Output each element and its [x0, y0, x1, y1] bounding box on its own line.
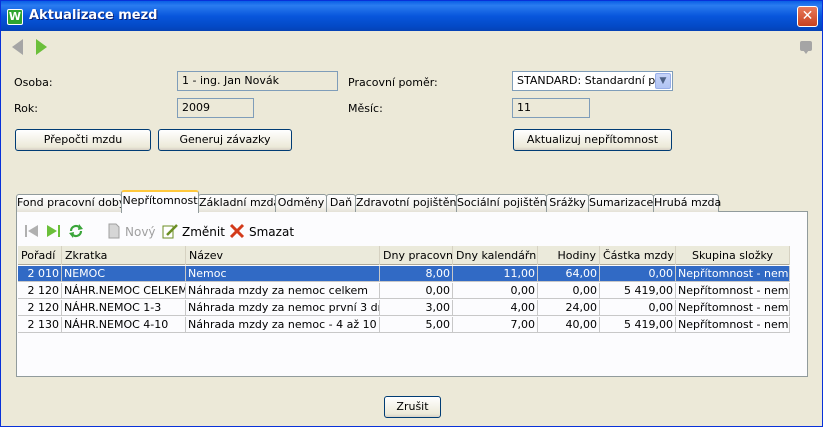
- forward-arrow-icon[interactable]: [36, 39, 47, 55]
- col-dny-pracovni[interactable]: Dny pracovní: [380, 246, 453, 265]
- title-bar: W Aktualizace mezd ✕: [1, 1, 822, 31]
- back-arrow-icon[interactable]: [12, 39, 23, 55]
- table-row[interactable]: 2 010 NEMOC Nemoc 8,00 11,00 64,00 0,00 …: [18, 266, 790, 282]
- cell-dny-kalendarni: 7,00: [453, 317, 538, 333]
- tab-fond-pracovni-doby[interactable]: Fond pracovní doby: [16, 194, 125, 212]
- smazat-button[interactable]: Smazat: [249, 225, 294, 239]
- col-zkratka[interactable]: Zkratka: [62, 246, 186, 265]
- delete-icon[interactable]: [229, 223, 245, 239]
- prepocti-mzdu-button[interactable]: Přepočti mzdu: [15, 129, 151, 151]
- cell-dny-kalendarni: 11,00: [453, 266, 538, 282]
- rok-field[interactable]: 2009: [177, 98, 254, 118]
- col-hodiny[interactable]: Hodiny: [538, 246, 600, 265]
- col-dny-kalendarni[interactable]: Dny kalendářní: [453, 246, 538, 265]
- refresh-icon[interactable]: [68, 223, 84, 239]
- tab-panel-nepritomnost: Nový Změnit Smazat Pořadí Zkratka Název …: [16, 211, 808, 377]
- col-castka-mzdy[interactable]: Částka mzdy: [600, 246, 676, 265]
- cell-nazev: Náhrada mzdy za nemoc první 3 dny: [188, 300, 380, 316]
- new-document-icon[interactable]: [106, 223, 122, 239]
- cell-zkratka: NEMOC: [62, 266, 186, 282]
- cell-castka-mzdy: 0,00: [600, 266, 676, 282]
- cell-nazev: Náhrada mzdy za nemoc - 4 až 10 den: [188, 317, 380, 333]
- tab-nepritomnost[interactable]: Nepřítomnost: [121, 190, 199, 213]
- cell-hodiny: 24,00: [538, 300, 600, 316]
- cell-nazev: Náhrada mzdy za nemoc celkem: [186, 283, 380, 299]
- table-row[interactable]: 2 120 NÁHR.NEMOC 1-3 Náhrada mzdy za nem…: [18, 300, 790, 316]
- cell-zkratka: NÁHR.NEMOC CELKEM: [64, 283, 186, 299]
- cell-castka-mzdy: 5 419,00: [600, 283, 676, 299]
- cell-hodiny: 0,00: [538, 283, 600, 299]
- osoba-field[interactable]: 1 - ing. Jan Novák: [177, 71, 338, 91]
- table-header: Pořadí Zkratka Název Dny pracovní Dny ka…: [18, 246, 790, 265]
- tab-odmeny[interactable]: Odměny: [275, 194, 327, 212]
- zrusit-button[interactable]: Zrušit: [384, 396, 441, 418]
- last-record-icon[interactable]: [45, 223, 61, 239]
- table-row[interactable]: 2 120 NÁHR.NEMOC CELKEM Náhrada mzdy za …: [18, 283, 790, 299]
- tab-zakladni-mzda[interactable]: Základní mzda: [198, 194, 280, 212]
- chevron-down-icon[interactable]: ▼: [655, 73, 671, 89]
- cell-skupina-slozky: Nepřítomnost - nemoc: [678, 300, 790, 316]
- cell-dny-pracovni: 0,00: [380, 283, 453, 299]
- cell-dny-kalendarni: 4,00: [453, 300, 538, 316]
- app-icon: W: [7, 9, 23, 25]
- tab-hruba-mzda[interactable]: Hrubá mzda: [653, 194, 721, 212]
- cell-nazev: Nemoc: [186, 266, 380, 282]
- cell-poradi: 2 120: [18, 283, 62, 299]
- pomer-label: Pracovní poměr:: [348, 76, 438, 89]
- cell-dny-pracovni: 8,00: [380, 266, 453, 282]
- cell-skupina-slozky: Nepřítomnost - nemoc: [678, 283, 790, 299]
- cell-zkratka: NÁHR.NEMOC 1-3: [62, 300, 186, 316]
- cell-poradi: 2 010: [18, 266, 62, 282]
- cell-hodiny: 40,00: [538, 317, 600, 333]
- cell-skupina-slozky: Nepřítomnost - nemoc: [678, 266, 790, 282]
- mesic-field[interactable]: 11: [512, 98, 590, 118]
- tab-srazky[interactable]: Srážky: [546, 194, 589, 212]
- first-record-icon[interactable]: [24, 223, 40, 239]
- window-title: Aktualizace mezd: [29, 8, 158, 23]
- comment-icon[interactable]: [800, 41, 812, 54]
- tab-socialni-pojisteni[interactable]: Sociální pojištění: [456, 194, 550, 212]
- pomer-select-value: STANDARD: Standardní p...: [517, 74, 666, 87]
- aktualizuj-nepritomnost-button[interactable]: Aktualizuj nepřítomnost: [513, 129, 672, 151]
- cell-dny-pracovni: 3,00: [380, 300, 453, 316]
- mesic-label: Měsíc:: [348, 102, 383, 115]
- close-button[interactable]: ✕: [797, 6, 818, 27]
- novy-button[interactable]: Nový: [125, 225, 156, 239]
- cell-dny-kalendarni: 0,00: [453, 283, 538, 299]
- cell-poradi: 2 120: [18, 300, 62, 316]
- cell-dny-pracovni: 5,00: [380, 317, 453, 333]
- cell-hodiny: 64,00: [538, 266, 600, 282]
- col-poradi[interactable]: Pořadí: [18, 246, 62, 265]
- tab-sumarizace[interactable]: Sumarizace: [588, 194, 654, 212]
- cell-skupina-slozky: Nepřítomnost - nemoc: [678, 317, 790, 333]
- zmenit-button[interactable]: Změnit: [182, 225, 225, 239]
- cell-poradi: 2 130: [18, 317, 62, 333]
- edit-icon[interactable]: [162, 223, 178, 239]
- pomer-select[interactable]: STANDARD: Standardní p... ▼: [512, 71, 673, 91]
- cell-zkratka: NÁHR.NEMOC 4-10: [62, 317, 186, 333]
- col-skupina-slozky[interactable]: Skupina složky: [676, 246, 790, 265]
- osoba-label: Osoba:: [14, 76, 53, 89]
- tab-dan[interactable]: Daň: [326, 194, 356, 212]
- cell-castka-mzdy: 0,00: [600, 300, 676, 316]
- table-row[interactable]: 2 130 NÁHR.NEMOC 4-10 Náhrada mzdy za ne…: [18, 317, 790, 333]
- cell-castka-mzdy: 5 419,00: [600, 317, 676, 333]
- window: W Aktualizace mezd ✕ Osoba: 1 - ing. Jan…: [0, 0, 823, 427]
- tab-zdravotni-pojisteni[interactable]: Zdravotní pojištění: [355, 194, 460, 212]
- col-nazev[interactable]: Název: [186, 246, 380, 265]
- generuj-zavazky-button[interactable]: Generuj závazky: [158, 129, 292, 151]
- rok-label: Rok:: [14, 102, 38, 115]
